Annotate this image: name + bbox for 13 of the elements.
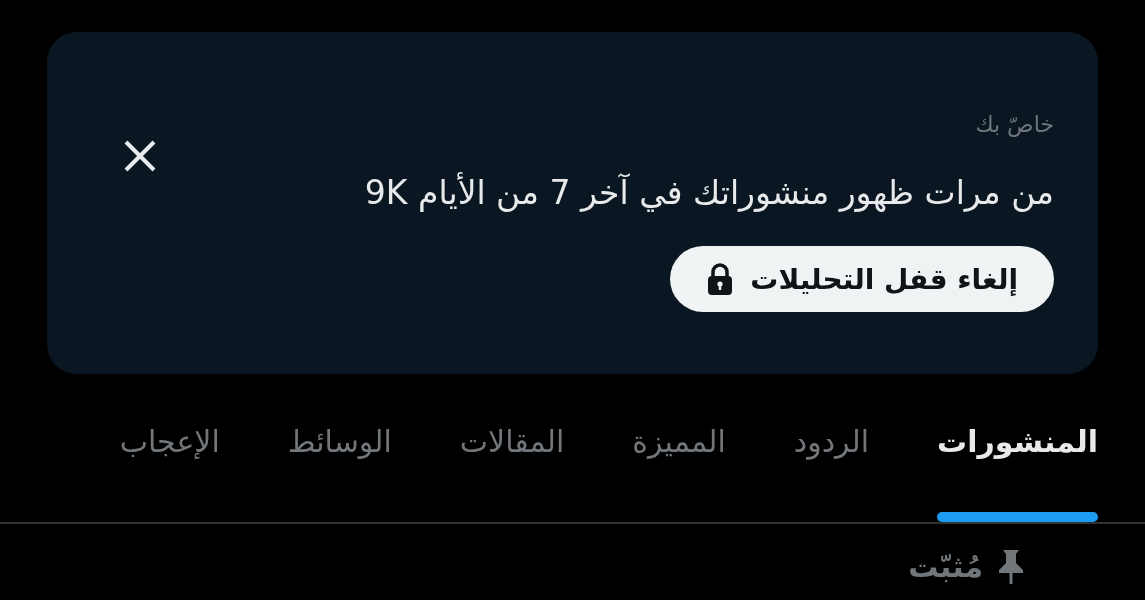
pin-icon	[997, 548, 1025, 584]
profile-tab[interactable]: المقالات	[425, 414, 599, 522]
profile-tab[interactable]: المنشورات	[903, 414, 1145, 522]
close-icon[interactable]	[123, 139, 157, 173]
profile-tab[interactable]: الوسائط	[253, 414, 426, 522]
profile-tab[interactable]: الإعجاب	[115, 414, 254, 522]
profile-tab[interactable]: المميزة	[598, 414, 760, 522]
pinned-label: مُثبّت	[908, 548, 983, 584]
lock-icon	[706, 263, 735, 295]
impressions-message: من مرات ظهور منشوراتك في آخر 7 من الأيام 9K	[364, 173, 1054, 212]
card-eyebrow: خاصّ بك	[975, 112, 1054, 137]
profile-tab[interactable]: الردود	[759, 414, 904, 522]
unlock-analytics-button[interactable]: إلغاء قفل التحليلات	[670, 246, 1054, 312]
